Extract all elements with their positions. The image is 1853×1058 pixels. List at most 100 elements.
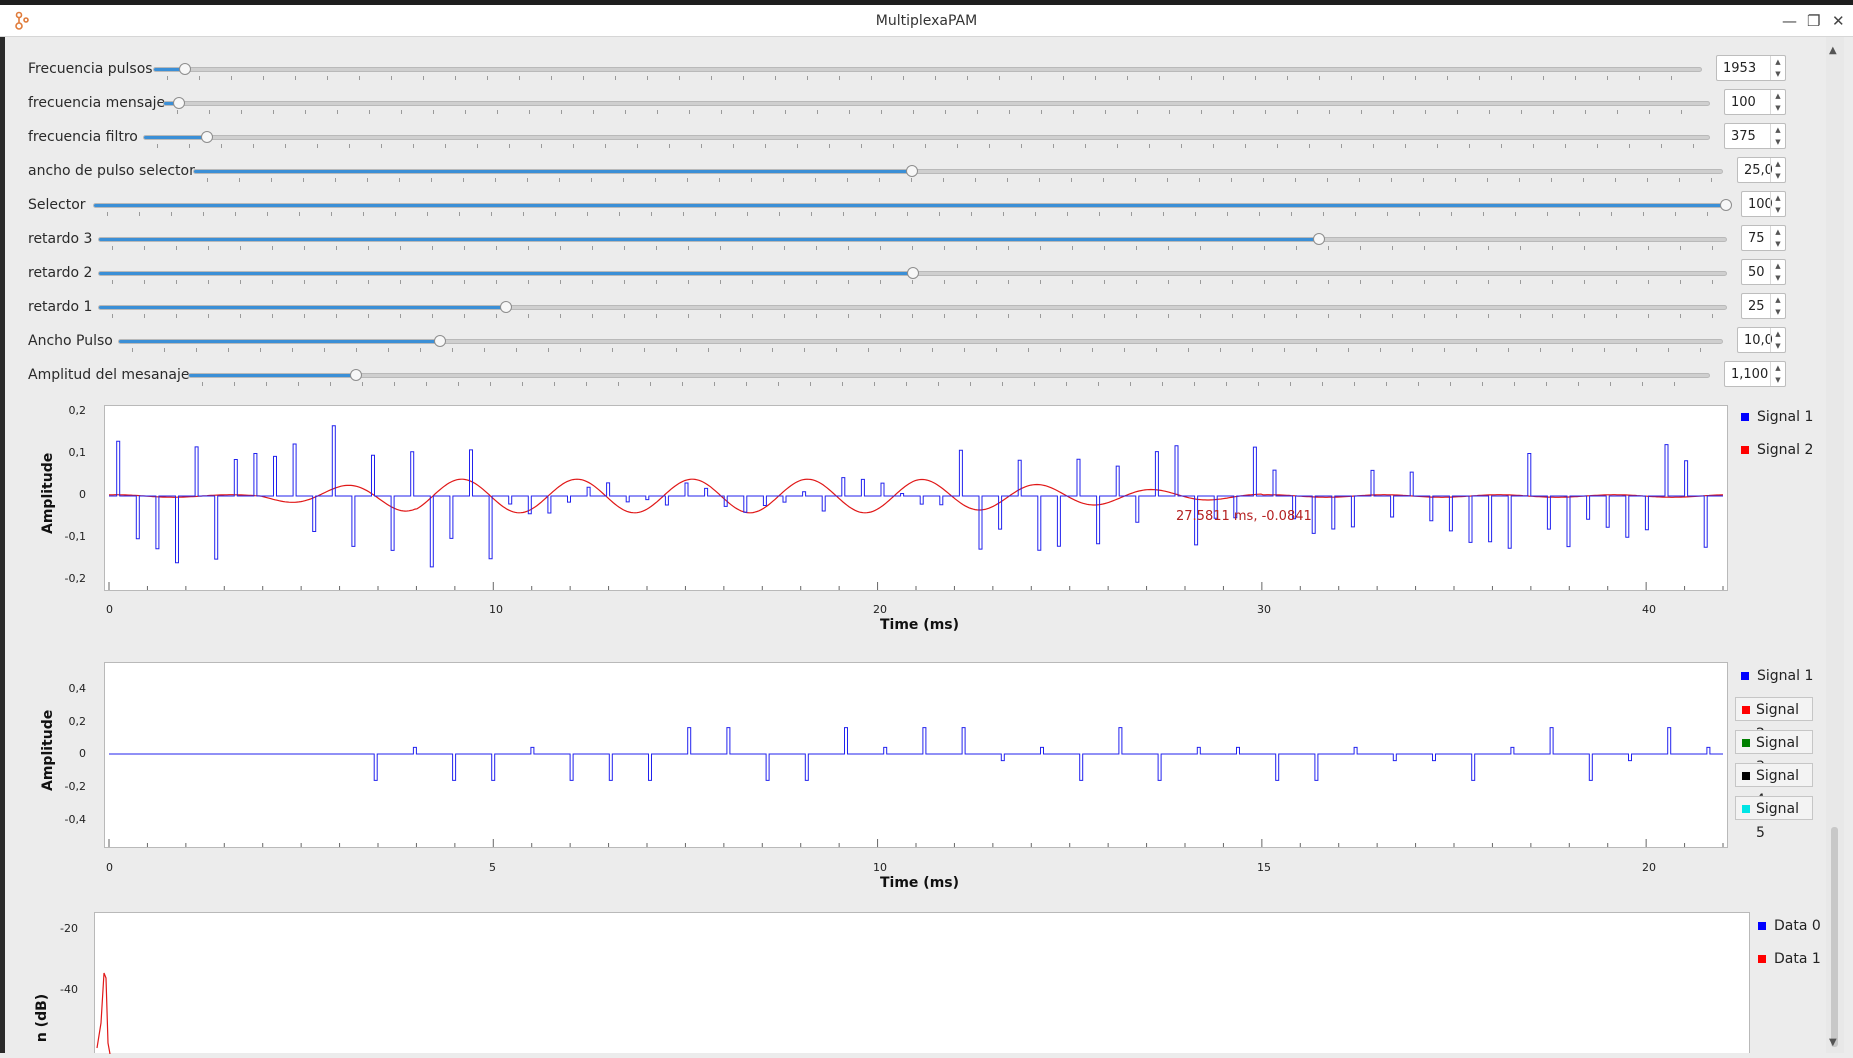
scroll-up-icon[interactable]: ▲: [1829, 45, 1837, 56]
value-spinbox[interactable]: 375 ▲ ▼: [1724, 123, 1786, 149]
spin-arrows-icon[interactable]: ▲ ▼: [1770, 90, 1785, 114]
legend-swatch: [1758, 955, 1766, 963]
spin-arrows-icon[interactable]: ▲ ▼: [1770, 124, 1785, 148]
slider-fill: [144, 136, 207, 139]
legend-item[interactable]: Signal 5: [1735, 796, 1813, 841]
cursor-readout: 27.5811 ms, -0.0841: [1176, 509, 1312, 524]
spin-arrows-icon[interactable]: ▲ ▼: [1770, 192, 1785, 216]
spin-arrows-icon[interactable]: ▲ ▼: [1770, 260, 1785, 284]
legend-swatch: [1741, 672, 1749, 680]
x-tick-label: 20: [873, 603, 887, 616]
slider-row: retardo 1 25 ▲ ▼: [28, 293, 1800, 323]
legend-item[interactable]: Signal 1: [1735, 405, 1813, 429]
plot-3-ylabel: n (dB): [34, 993, 50, 1043]
slider-label: Frecuencia pulsos: [28, 61, 153, 77]
slider-track[interactable]: [98, 301, 1727, 313]
plot-3-canvas: [96, 972, 111, 1055]
slider-label: Selector: [28, 197, 86, 213]
slider-track[interactable]: [163, 97, 1710, 109]
spin-arrows-icon[interactable]: ▲ ▼: [1770, 56, 1785, 80]
close-icon[interactable]: ✕: [1832, 12, 1845, 30]
slider-track[interactable]: [153, 63, 1702, 75]
value-spinbox[interactable]: 25 ▲ ▼: [1741, 293, 1786, 319]
scrollbar-thumb[interactable]: [1831, 827, 1838, 1047]
legend-item[interactable]: Signal 2: [1735, 438, 1813, 462]
legend-item[interactable]: Signal 3: [1735, 730, 1813, 775]
spin-arrows-icon[interactable]: ▲ ▼: [1770, 362, 1785, 386]
slider-handle[interactable]: [906, 267, 919, 279]
slider-row: frecuencia mensaje 100 ▲ ▼: [28, 89, 1800, 119]
value-spinbox[interactable]: 1953 ▲ ▼: [1716, 55, 1786, 81]
slider-handle[interactable]: [1313, 233, 1326, 245]
x-tick-label: 5: [489, 861, 496, 874]
slider-row: frecuencia filtro 375 ▲ ▼: [28, 123, 1800, 153]
value-spinbox[interactable]: 10,0 ▲ ▼: [1737, 327, 1786, 353]
slider-label: Ancho Pulso: [28, 333, 113, 349]
y-tick-label: 0: [79, 488, 86, 501]
y-tick-label: 0,2: [68, 404, 87, 417]
x-tick-label: 10: [873, 861, 887, 874]
legend-item[interactable]: Signal 2: [1735, 697, 1813, 742]
slider-track[interactable]: [118, 335, 1723, 347]
x-tick-label: 20: [1642, 861, 1656, 874]
slider-fill: [194, 170, 913, 173]
legend-label: Signal 5: [1756, 801, 1800, 841]
y-tick-label: -0,4: [64, 813, 86, 826]
slider-track[interactable]: [98, 233, 1727, 245]
slider-ticks: [207, 178, 1717, 182]
plot-1-area[interactable]: [104, 405, 1728, 591]
x-tick-label: 15: [1257, 861, 1271, 874]
scroll-down-icon[interactable]: ▼: [1829, 1037, 1837, 1048]
spin-arrows-icon[interactable]: ▲ ▼: [1770, 294, 1785, 318]
legend-item[interactable]: Data 0: [1752, 914, 1821, 938]
value-spinbox[interactable]: 100 ▲ ▼: [1724, 89, 1786, 115]
slider-handle[interactable]: [200, 131, 213, 143]
slider-fill: [119, 340, 440, 343]
slider-fill: [99, 272, 913, 275]
legend-swatch: [1742, 805, 1750, 813]
legend-item[interactable]: Signal 4: [1735, 763, 1813, 808]
slider-track[interactable]: [193, 165, 1723, 177]
minimize-icon[interactable]: —: [1782, 12, 1797, 30]
vertical-scrollbar[interactable]: ▲ ▼: [1826, 37, 1844, 1053]
legend-label: Data 1: [1774, 951, 1821, 967]
slider-handle[interactable]: [178, 63, 191, 75]
value-spinbox[interactable]: 1,100 ▲ ▼: [1724, 361, 1786, 387]
legend-item[interactable]: Data 1: [1752, 947, 1821, 971]
window-edge: [0, 37, 5, 1053]
slider-ticks: [107, 212, 1721, 216]
y-tick-label: 0: [79, 747, 86, 760]
spin-arrows-icon[interactable]: ▲ ▼: [1770, 226, 1785, 250]
signal-1-trace: [109, 425, 1723, 568]
plot-3-legend: Data 0 Data 1: [1752, 914, 1821, 980]
slider-handle[interactable]: [499, 301, 512, 313]
legend-label: Signal 2: [1757, 442, 1814, 458]
value-spinbox[interactable]: 25,0 ▲ ▼: [1737, 157, 1786, 183]
slider-handle[interactable]: [433, 335, 446, 347]
slider-track[interactable]: [93, 199, 1732, 211]
y-tick-label: 0,4: [68, 682, 87, 695]
spinbox-value: 50: [1748, 265, 1765, 280]
plot-2-area[interactable]: [104, 662, 1728, 848]
spin-arrows-icon[interactable]: ▲ ▼: [1770, 328, 1785, 352]
slider-handle[interactable]: [1720, 199, 1732, 211]
slider-track[interactable]: [98, 267, 1727, 279]
slider-label: ancho de pulso selector: [28, 163, 195, 179]
spin-arrows-icon[interactable]: ▲ ▼: [1770, 158, 1785, 182]
value-spinbox[interactable]: 50 ▲ ▼: [1741, 259, 1786, 285]
slider-label: frecuencia mensaje: [28, 95, 166, 111]
slider-ticks: [112, 246, 1721, 250]
legend-item[interactable]: Signal 1: [1735, 664, 1813, 688]
slider-track[interactable]: [143, 131, 1710, 143]
value-spinbox[interactable]: 100 ▲ ▼: [1741, 191, 1786, 217]
signal-1-trace: [109, 727, 1723, 781]
spinbox-value: 375: [1731, 129, 1756, 144]
restore-icon[interactable]: ❐: [1807, 12, 1820, 30]
slider-handle[interactable]: [906, 165, 919, 177]
y-tick-label: 0,2: [68, 715, 87, 728]
plot-3-area[interactable]: [94, 912, 1750, 1055]
value-spinbox[interactable]: 75 ▲ ▼: [1741, 225, 1786, 251]
slider-track[interactable]: [188, 369, 1710, 381]
slider-handle[interactable]: [350, 369, 363, 381]
slider-handle[interactable]: [173, 97, 186, 109]
